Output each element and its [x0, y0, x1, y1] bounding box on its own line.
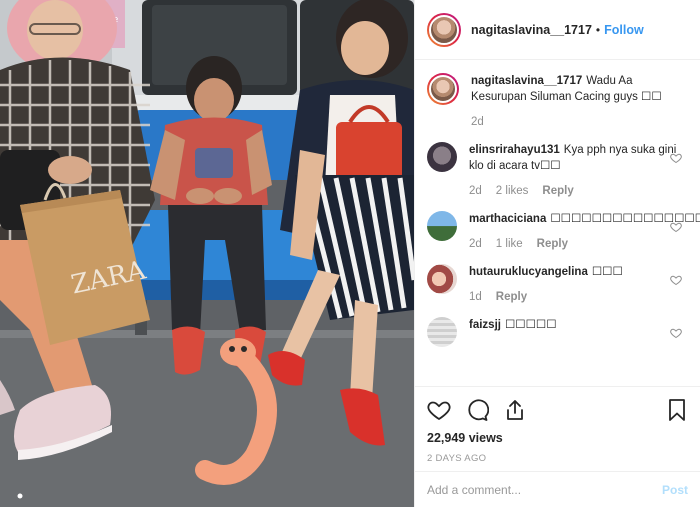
- caption: nagitaslavina__1717 Wadu Aa Kesurupan Sil…: [427, 73, 688, 130]
- post-actions: 22,949 views 2 DAYS AGO: [415, 386, 700, 472]
- comment-item: hutauruklucyangelina ☐☐☐ 1d Reply: [427, 264, 688, 305]
- view-count[interactable]: 22,949 views: [427, 431, 688, 445]
- caption-username[interactable]: nagitaslavina__1717: [471, 75, 582, 87]
- comment-like-heart-icon[interactable]: [670, 152, 682, 167]
- header-separator: •: [595, 22, 601, 37]
- avatar[interactable]: [427, 317, 457, 347]
- post-date[interactable]: 2 DAYS AGO: [427, 453, 688, 464]
- caption-age[interactable]: 2d: [471, 114, 484, 130]
- comment-likes[interactable]: 1 like: [496, 236, 523, 252]
- comment-like-heart-icon[interactable]: [670, 274, 682, 289]
- comment-text: ☐☐☐☐☐: [504, 319, 557, 331]
- comment-age[interactable]: 1d: [469, 289, 482, 305]
- video-frame: sale: [0, 0, 414, 507]
- avatar[interactable]: [427, 73, 459, 105]
- comment-username[interactable]: hutauruklucyangelina: [469, 266, 588, 278]
- comment-input[interactable]: [427, 482, 662, 497]
- share-icon[interactable]: [503, 398, 527, 422]
- reply-button[interactable]: Reply: [542, 183, 573, 199]
- comment-likes[interactable]: 2 likes: [496, 183, 529, 199]
- comment-username[interactable]: elinsrirahayu131: [469, 144, 560, 156]
- comments-list[interactable]: nagitaslavina__1717 Wadu Aa Kesurupan Sil…: [415, 61, 700, 386]
- avatar[interactable]: [427, 142, 457, 172]
- post-media[interactable]: sale: [0, 0, 414, 507]
- comment-username[interactable]: marthaciciana: [469, 213, 546, 225]
- carousel-dots: [0, 493, 414, 499]
- comment-item: faizsjj ☐☐☐☐☐: [427, 317, 688, 347]
- comment-item: elinsrirahayu131 Kya pph nya suka gini kl…: [427, 142, 688, 199]
- avatar[interactable]: [427, 211, 457, 241]
- avatar[interactable]: [427, 12, 461, 47]
- comment-icon[interactable]: [465, 398, 489, 422]
- reply-button[interactable]: Reply: [537, 236, 568, 252]
- add-comment-bar: Post: [415, 471, 700, 507]
- follow-button[interactable]: Follow: [604, 23, 644, 37]
- comment-age[interactable]: 2d: [469, 183, 482, 199]
- bookmark-icon[interactable]: [666, 398, 688, 422]
- comment-username[interactable]: faizsjj: [469, 319, 501, 331]
- post-author-username[interactable]: nagitaslavina__1717: [471, 23, 592, 37]
- post-details-panel: nagitaslavina__1717 • Follow nagitaslavi…: [414, 0, 700, 507]
- avatar[interactable]: [427, 264, 457, 294]
- comment-item: marthaciciana☐☐☐☐☐☐☐☐☐☐☐☐☐☐☐☐☐☐☐☐☐☐☐ 2d …: [427, 211, 700, 252]
- post-comment-button[interactable]: Post: [662, 483, 688, 497]
- post-header: nagitaslavina__1717 • Follow: [415, 0, 700, 60]
- comment-like-heart-icon[interactable]: [670, 327, 682, 342]
- comment-age[interactable]: 2d: [469, 236, 482, 252]
- comment-text: ☐☐☐: [591, 266, 623, 278]
- reply-button[interactable]: Reply: [496, 289, 527, 305]
- comment-like-heart-icon[interactable]: [670, 221, 682, 236]
- heart-icon[interactable]: [427, 398, 451, 422]
